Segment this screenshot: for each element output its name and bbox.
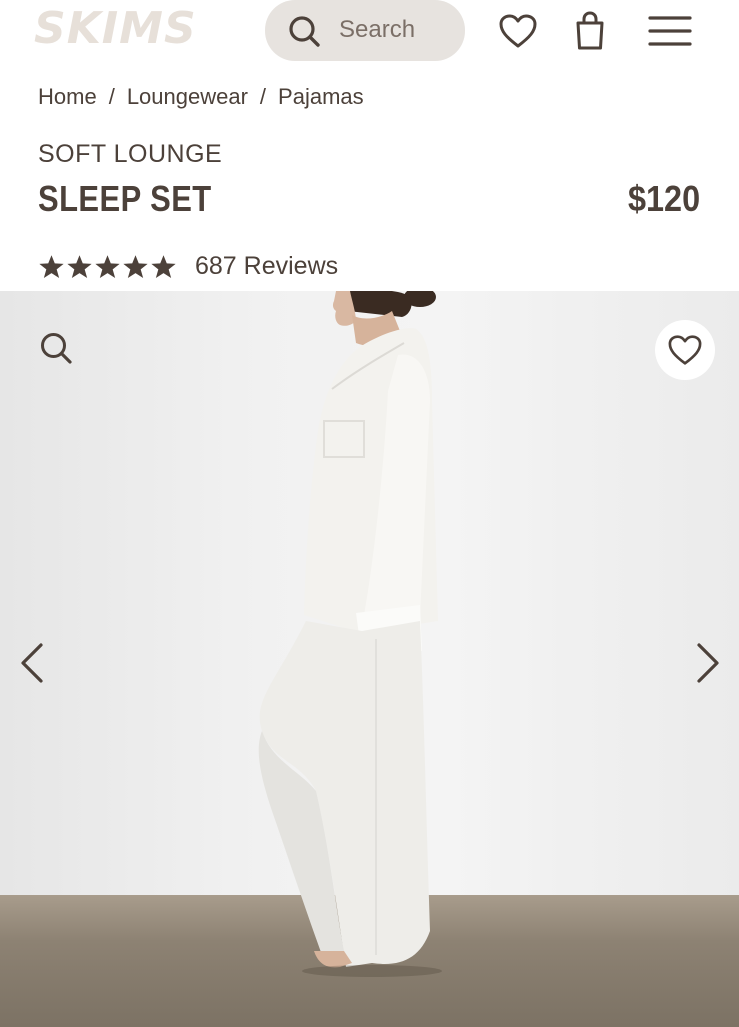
wishlist-heart-icon <box>668 335 702 365</box>
brand-logo[interactable]: SKIMS <box>34 2 197 56</box>
product-image-gallery[interactable] <box>0 291 739 1027</box>
gallery-prev-button[interactable] <box>12 633 52 693</box>
heart-icon <box>499 14 537 48</box>
star-icon <box>67 254 92 278</box>
star-icon <box>151 254 176 278</box>
cart-button[interactable] <box>568 9 612 53</box>
zoom-search-icon <box>41 333 72 364</box>
rating-stars <box>38 254 177 280</box>
breadcrumb-home[interactable]: Home <box>38 84 97 109</box>
gallery-next-button[interactable] <box>688 633 728 693</box>
search-icon <box>289 16 320 47</box>
breadcrumb-loungewear[interactable]: Loungewear <box>127 84 248 109</box>
product-image-model <box>258 291 442 977</box>
breadcrumb-separator: / <box>108 84 115 109</box>
hamburger-menu-icon <box>648 16 692 46</box>
star-icon <box>95 254 120 278</box>
site-header: SKIMS <box>0 0 739 62</box>
menu-button[interactable] <box>648 9 692 53</box>
breadcrumb: Home / Loungewear / Pajamas <box>38 84 364 110</box>
product-price: $120 <box>627 178 700 219</box>
product-title: SLEEP SET <box>38 178 212 219</box>
wishlist-button[interactable] <box>496 9 540 53</box>
chevron-right-icon <box>697 643 719 683</box>
product-rating[interactable]: 687 Reviews <box>38 252 338 281</box>
breadcrumb-separator: / <box>259 84 267 109</box>
search-bar[interactable] <box>265 0 465 61</box>
product-collection: SOFT LOUNGE <box>38 140 223 168</box>
image-zoom-button[interactable] <box>26 318 86 378</box>
chevron-left-icon <box>21 643 43 683</box>
search-input[interactable] <box>339 14 451 46</box>
star-icon <box>123 254 148 278</box>
breadcrumb-pajamas[interactable]: Pajamas <box>278 84 364 109</box>
image-wishlist-button[interactable] <box>655 320 715 380</box>
star-icon <box>39 254 64 278</box>
reviews-link[interactable]: 687 Reviews <box>195 252 338 281</box>
shopping-bag-icon <box>576 11 604 50</box>
